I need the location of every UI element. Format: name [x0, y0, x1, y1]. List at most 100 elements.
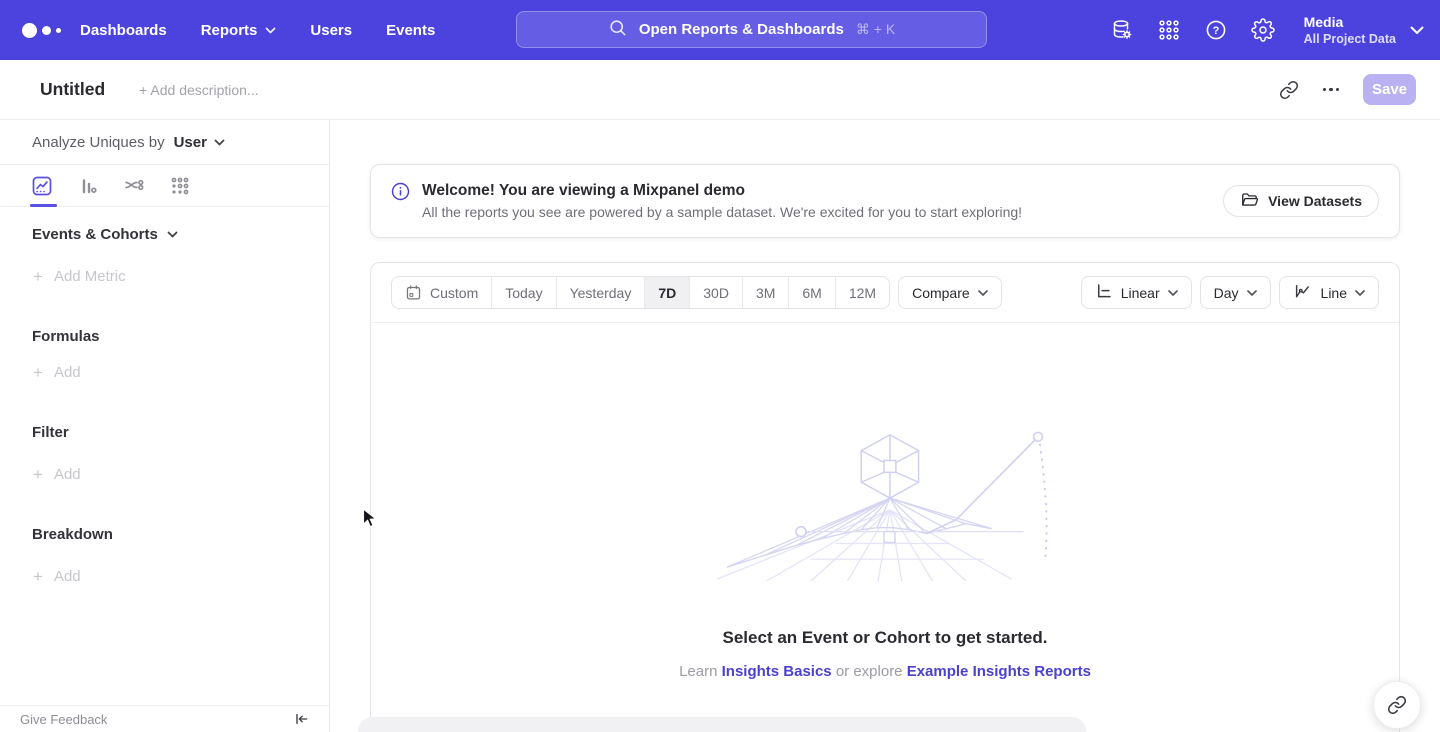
insights-basics-link[interactable]: Insights Basics [722, 663, 832, 680]
gear-icon[interactable] [1251, 18, 1275, 42]
search-icon [608, 18, 627, 42]
chevron-down-icon [1355, 290, 1365, 296]
banner-subtitle: All the reports you see are powered by a… [422, 203, 1022, 222]
add-breakdown-button[interactable]: + Add [33, 567, 81, 585]
section-title-label: Breakdown [32, 526, 113, 543]
range-label: 6M [802, 285, 821, 301]
plus-icon: + [33, 365, 43, 380]
range-30d[interactable]: 30D [690, 277, 743, 308]
range-label: 3M [756, 285, 775, 301]
range-today[interactable]: Today [492, 277, 556, 308]
nav-item-dashboards[interactable]: Dashboards [80, 22, 167, 39]
range-6m[interactable]: 6M [789, 277, 835, 308]
chart-type-label: Line [1321, 285, 1347, 301]
project-name: Media [1304, 14, 1396, 31]
project-text: Media All Project Data [1304, 14, 1396, 47]
view-datasets-label: View Datasets [1268, 193, 1362, 209]
add-metric-button[interactable]: + Add Metric [33, 267, 126, 285]
banner-title: Welcome! You are viewing a Mixpanel demo [422, 180, 1022, 201]
section-title-label: Formulas [32, 328, 100, 345]
scale-label: Linear [1121, 285, 1160, 301]
view-datasets-button[interactable]: View Datasets [1223, 185, 1379, 217]
compare-dropdown[interactable]: Compare [898, 276, 1002, 309]
share-link-fab[interactable] [1373, 681, 1421, 729]
save-button[interactable]: Save [1363, 74, 1416, 105]
compare-label: Compare [912, 285, 970, 301]
tab-bar-chart-icon[interactable] [76, 174, 100, 198]
breakdown-section-title: Breakdown [32, 525, 113, 543]
next-section-peek [358, 717, 1086, 732]
interval-dropdown[interactable]: Day [1200, 276, 1271, 309]
range-yesterday[interactable]: Yesterday [557, 277, 646, 308]
section-title-label: Events & Cohorts [32, 226, 158, 243]
more-options-icon[interactable] [1321, 84, 1342, 96]
add-formula-button[interactable]: + Add [33, 363, 81, 381]
global-search-button[interactable]: Open Reports & Dashboards ⌘ + K [516, 11, 987, 48]
data-management-icon[interactable] [1110, 18, 1134, 42]
range-label: Today [505, 285, 542, 301]
nav-item-label: Dashboards [80, 22, 167, 39]
add-metric-label: Add Metric [54, 268, 126, 285]
nav-item-events[interactable]: Events [386, 22, 435, 39]
tab-insights-line-icon[interactable] [30, 174, 54, 198]
report-title[interactable]: Untitled [40, 79, 105, 100]
chart-display-controls: Linear Day [1081, 276, 1379, 309]
chevron-down-icon [1168, 290, 1178, 296]
analyze-entity-dropdown[interactable]: User [174, 134, 225, 151]
report-canvas: Welcome! You are viewing a Mixpanel demo… [330, 120, 1440, 732]
tab-retention-grid-icon[interactable] [168, 174, 192, 198]
svg-text:?: ? [1212, 25, 1219, 37]
search-shortcut: ⌘ + K [856, 21, 895, 38]
filter-section-title: Filter [32, 423, 69, 441]
chevron-down-icon [1410, 26, 1424, 35]
events-cohorts-section-title[interactable]: Events & Cohorts [32, 225, 178, 243]
tab-flows-icon[interactable] [122, 174, 146, 198]
plus-icon: + [33, 467, 43, 482]
range-7d[interactable]: 7D [645, 277, 690, 308]
plus-icon: + [33, 569, 43, 584]
add-description-field[interactable]: + Add description... [139, 82, 258, 98]
empty-state-illustration [695, 423, 1075, 581]
primary-nav: Dashboards Reports Users Events [80, 22, 435, 39]
chart-type-dropdown[interactable]: Line [1279, 276, 1379, 309]
give-feedback-link[interactable]: Give Feedback [20, 712, 107, 727]
range-custom[interactable]: Custom [392, 277, 492, 308]
range-label: 12M [849, 285, 876, 301]
empty-links-prefix: Learn [679, 663, 722, 680]
apps-grid-icon[interactable] [1157, 18, 1181, 42]
calendar-icon [405, 284, 422, 301]
range-12m[interactable]: 12M [836, 277, 889, 308]
report-header-actions: Save [1279, 74, 1417, 105]
report-header-bar: Untitled + Add description... Save [0, 60, 1440, 120]
banner-body: Welcome! You are viewing a Mixpanel demo… [391, 180, 1022, 222]
plus-icon: + [33, 269, 43, 284]
formulas-section-title: Formulas [32, 327, 100, 345]
add-formula-label: Add [54, 364, 81, 381]
add-filter-button[interactable]: + Add [33, 465, 81, 483]
info-icon [391, 182, 410, 206]
range-3m[interactable]: 3M [743, 277, 789, 308]
chart-toolbar: Custom Today Yesterday 7D 30D 3M 6M 12M … [371, 263, 1399, 323]
date-range-segmented-control: Custom Today Yesterday 7D 30D 3M 6M 12M [391, 276, 890, 309]
copy-link-icon[interactable] [1279, 80, 1299, 100]
query-builder-sidebar: Analyze Uniques by User [0, 120, 330, 732]
empty-state-title: Select an Event or Cohort to get started… [371, 628, 1399, 648]
banner-text: Welcome! You are viewing a Mixpanel demo… [422, 180, 1022, 222]
chart-type-tabs [0, 165, 329, 207]
scale-dropdown[interactable]: Linear [1081, 276, 1192, 309]
nav-item-reports[interactable]: Reports [201, 22, 277, 39]
selected-tab-underline [30, 204, 57, 207]
project-selector[interactable]: Media All Project Data [1304, 14, 1424, 47]
chevron-down-icon [265, 27, 276, 34]
add-breakdown-label: Add [54, 568, 81, 585]
sidebar-footer: Give Feedback [0, 705, 329, 732]
mixpanel-logo-icon[interactable] [0, 23, 80, 38]
add-filter-label: Add [54, 466, 81, 483]
collapse-sidebar-icon[interactable] [293, 711, 309, 727]
nav-item-users[interactable]: Users [310, 22, 352, 39]
example-insights-reports-link[interactable]: Example Insights Reports [907, 663, 1091, 680]
top-nav-bar: Dashboards Reports Users Events Open Rep… [0, 0, 1440, 60]
analyze-label: Analyze Uniques by [32, 134, 165, 151]
help-icon[interactable]: ? [1204, 18, 1228, 42]
nav-item-label: Reports [201, 22, 258, 39]
